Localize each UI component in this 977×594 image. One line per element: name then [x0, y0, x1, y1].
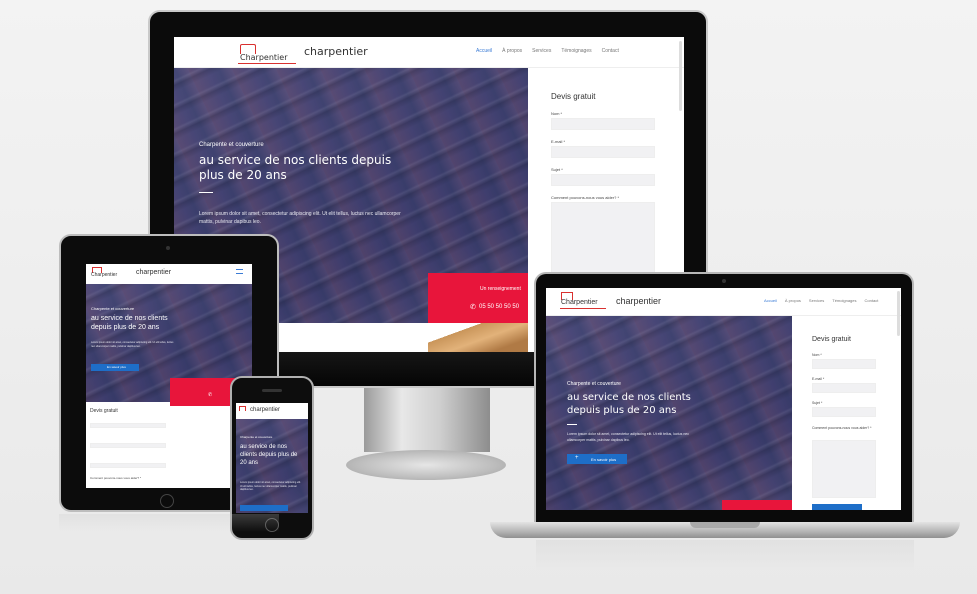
cta-text: Un renseignement: [480, 286, 521, 292]
brand-name: charpentier: [250, 407, 281, 413]
message-field[interactable]: [551, 202, 655, 282]
hero-kicker: Charpente et couverture: [199, 142, 264, 148]
hero-body: Lorem ipsum dolor sit amet, consectetur …: [91, 341, 174, 348]
brand-name: charpentier: [136, 269, 172, 276]
message-label: Comment pouvons-nous vous aider? *: [90, 476, 142, 480]
nav-item-temoignages[interactable]: Témoignages: [832, 298, 856, 303]
imac-stand: [364, 388, 490, 452]
nav-item-contact[interactable]: Contact: [865, 298, 879, 303]
phone-icon: ✆: [470, 304, 476, 311]
form-title: Devis gratuit: [812, 336, 851, 343]
phone-icon: ✆: [208, 392, 213, 398]
laptop-notch: [690, 522, 760, 528]
scrollbar[interactable]: [679, 41, 682, 111]
cta-box[interactable]: Un renseignement ✆ 05 50 50 50 50: [428, 273, 528, 323]
wood-strip: [428, 323, 528, 352]
laptop-camera: [722, 279, 726, 283]
nav-item-contact[interactable]: Contact: [602, 48, 619, 54]
subject-field[interactable]: [812, 407, 876, 417]
hero-button[interactable]: [240, 505, 288, 511]
cta-phone: 05 50 50 50 50: [479, 304, 520, 310]
email-label: E-mail *: [812, 377, 825, 381]
name-field[interactable]: [551, 118, 655, 130]
main-nav: Accueil À propos Services Témoignages Co…: [476, 48, 619, 54]
hero-image: Charpente et couverture au service de no…: [546, 316, 792, 510]
hero-body: Lorem ipsum dolor sit amet, consectetur …: [240, 481, 301, 491]
hero-body: Lorem ipsum dolor sit amet, consectetur …: [567, 432, 689, 442]
phone-speaker: [262, 389, 282, 392]
name-label: Nom *: [812, 353, 822, 357]
subject-label: Sujet *: [812, 401, 823, 405]
email-field[interactable]: [551, 146, 655, 158]
hero-button-label: En savoir plus: [107, 365, 126, 369]
message-field[interactable]: [812, 440, 876, 498]
hero-title: au service de nos clients depuis plus de…: [240, 444, 298, 466]
house-icon: [239, 406, 246, 411]
name-label: Nom *: [551, 111, 563, 116]
hero-image: Charpente et couverture au service de no…: [236, 419, 308, 513]
hero-button[interactable]: + En savoir plus: [567, 454, 627, 464]
hero-title: au service de nos clients depuis plus de…: [199, 153, 392, 182]
hero-title: au service de nos clients depuis plus de…: [91, 315, 168, 331]
hero-button[interactable]: En savoir plus: [91, 364, 139, 371]
hero-divider: [199, 192, 213, 193]
nav-item-services[interactable]: Services: [809, 298, 824, 303]
form-title: Devis gratuit: [90, 408, 118, 414]
nav-item-services[interactable]: Services: [532, 48, 551, 54]
menu-icon[interactable]: [236, 269, 243, 274]
quote-form: Devis gratuit Comment pouvons-nous vous …: [86, 402, 170, 488]
hero-body: Lorem ipsum dolor sit amet, consectetur …: [199, 211, 401, 225]
message-label: Comment pouvons-nous vous aider? *: [551, 195, 620, 200]
subject-field[interactable]: [551, 174, 655, 186]
floor-reflection: [59, 514, 279, 532]
form-title: Devis gratuit: [551, 92, 596, 101]
laptop-header: Charpentier charpentier Accueil À propos…: [546, 288, 901, 316]
brand-name: charpentier: [304, 45, 368, 58]
main-nav: Accueil À propos Services Témoignages Co…: [764, 298, 878, 303]
site-logo[interactable]: Charpentier: [238, 42, 298, 64]
name-field[interactable]: [90, 423, 166, 428]
tablet-header: Charpentier charpentier: [86, 264, 252, 284]
hero-divider: [567, 424, 577, 425]
hero-kicker: Charpente et couverture: [91, 306, 135, 311]
tablet-screen: Charpentier charpentier Charpente et cou…: [86, 264, 252, 488]
logo-underline: [560, 308, 606, 309]
logo-text: Charpentier: [91, 272, 118, 278]
logo-text: Charpentier: [240, 53, 288, 62]
subject-label: Sujet *: [551, 167, 563, 172]
subject-field[interactable]: [90, 463, 166, 468]
email-label: E-mail *: [551, 139, 566, 144]
email-field[interactable]: [812, 383, 876, 393]
brand-name: charpentier: [616, 296, 662, 306]
message-label: Comment pouvons-nous vous aider? *: [812, 426, 872, 430]
laptop-reflection: [536, 540, 914, 570]
hero-kicker: Charpente et couverture: [240, 435, 273, 439]
imac-base: [346, 450, 506, 480]
imac-header: Charpentier charpentier Accueil À propos…: [174, 37, 684, 68]
quote-form: Devis gratuit Nom * E-mail * Sujet * Com…: [792, 316, 901, 510]
tablet-home-button[interactable]: [160, 494, 174, 508]
email-field[interactable]: [90, 443, 166, 448]
plus-icon: +: [575, 455, 579, 461]
hero-kicker: Charpente et couverture: [567, 381, 621, 387]
nav-item-accueil[interactable]: Accueil: [764, 298, 777, 303]
tablet-camera: [166, 246, 170, 250]
laptop-screen: Charpentier charpentier Accueil À propos…: [546, 288, 901, 510]
hero-title: au service de nos clients depuis plus de…: [567, 392, 691, 416]
nav-item-apropos[interactable]: À propos: [502, 48, 522, 54]
name-field[interactable]: [812, 359, 876, 369]
logo-underline: [238, 63, 296, 64]
logo-text: Charpentier: [561, 299, 598, 306]
nav-item-accueil[interactable]: Accueil: [476, 48, 492, 54]
scrollbar[interactable]: [897, 291, 900, 336]
nav-item-apropos[interactable]: À propos: [785, 298, 801, 303]
phone-screen: charpentier Charpente et couverture au s…: [236, 403, 308, 513]
submit-button[interactable]: [812, 504, 862, 510]
cta-box[interactable]: [722, 500, 792, 510]
hero-button-label: En savoir plus: [591, 457, 617, 462]
nav-item-temoignages[interactable]: Témoignages: [561, 48, 591, 54]
phone-header: charpentier: [236, 403, 308, 419]
